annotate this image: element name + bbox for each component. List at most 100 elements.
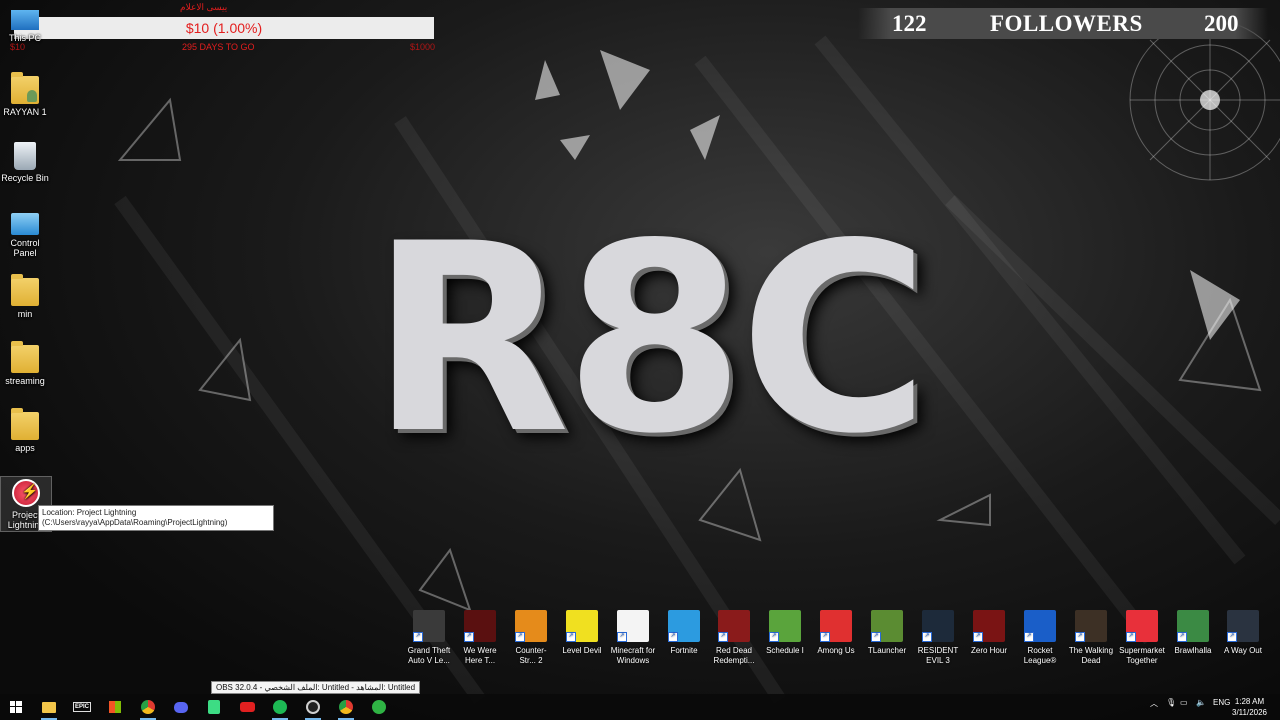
- language-indicator[interactable]: ENG: [1213, 698, 1230, 707]
- chrome-icon: [141, 700, 155, 714]
- game-shortcut[interactable]: ↗ Zero Hour: [966, 610, 1012, 656]
- game-shortcut[interactable]: ↗ The Walking Dead: [1068, 610, 1114, 666]
- game-shortcut[interactable]: ↗ RESIDENT EVIL 3: [915, 610, 961, 666]
- taskbar-epic-games[interactable]: EPIC: [71, 697, 93, 717]
- volume-icon[interactable]: 🔈: [1196, 698, 1206, 707]
- youtube-icon: [239, 702, 255, 712]
- shortcut-arrow-icon: ↗: [820, 632, 830, 642]
- game-icon: ↗: [464, 610, 496, 642]
- taskbar-youtube[interactable]: [236, 697, 258, 717]
- desktop-icon-label: Control Panel: [10, 238, 40, 258]
- taskbar-discord[interactable]: [170, 697, 192, 717]
- game-shortcut-label: Rocket League®: [1023, 646, 1057, 665]
- game-shortcut[interactable]: ↗ Schedule I: [762, 610, 808, 656]
- followers-goal: 200: [1204, 11, 1239, 36]
- game-shortcut-label: Grand Theft Auto V Le...: [407, 646, 451, 665]
- game-icon: ↗: [1126, 610, 1158, 642]
- shortcut-arrow-icon: ↗: [1024, 632, 1034, 642]
- game-shortcut-label: Schedule I: [766, 646, 804, 655]
- taskbar-file-explorer[interactable]: [38, 697, 60, 720]
- desktop-icon-this-pc[interactable]: This PC: [0, 6, 50, 43]
- game-icon: ↗: [718, 610, 750, 642]
- game-shortcut[interactable]: ↗ Counter-Str... 2: [508, 610, 554, 666]
- shortcut-arrow-icon: ↗: [718, 632, 728, 642]
- game-icon: ↗: [922, 610, 954, 642]
- clock-date: 3/11/2026: [1232, 708, 1267, 717]
- shortcut-arrow-icon: ↗: [871, 632, 881, 642]
- clock-time: 1:28 AM: [1234, 697, 1265, 706]
- game-shortcut[interactable]: ↗ Minecraft for Windows: [610, 610, 656, 666]
- donation-goal-days: 295 DAYS TO GO: [182, 42, 255, 52]
- game-shortcut[interactable]: ↗ A Way Out: [1220, 610, 1266, 656]
- folder-icon: [11, 341, 39, 373]
- game-icon: ↗: [515, 610, 547, 642]
- game-shortcut-label: RESIDENT EVIL 3: [917, 646, 959, 665]
- game-shortcut[interactable]: ↗ TLauncher: [864, 610, 910, 656]
- folder-icon: [11, 408, 39, 440]
- user-folder-icon: [11, 72, 39, 104]
- computer-icon: [11, 10, 39, 30]
- game-shortcut[interactable]: ↗ Among Us: [813, 610, 859, 656]
- taskbar-clock[interactable]: 1:28 AM 3/11/2026: [1232, 696, 1267, 718]
- game-icon: ↗: [617, 610, 649, 642]
- obs-taskbar-tooltip: OBS 32.0.4 - الملف الشخصي: Untitled - ال…: [211, 681, 421, 694]
- taskbar-store[interactable]: [104, 697, 126, 717]
- desktop-icon-label: min: [17, 309, 33, 319]
- shortcut-arrow-icon: ↗: [413, 632, 423, 642]
- game-shortcut[interactable]: ↗ Grand Theft Auto V Le...: [406, 610, 452, 666]
- desktop-icon-streaming[interactable]: streaming: [0, 341, 50, 386]
- desktop-icon-label: RAYYAN 1: [3, 107, 47, 117]
- game-icon: ↗: [668, 610, 700, 642]
- taskbar-chrome-2[interactable]: [335, 697, 357, 720]
- game-shortcut-label: A Way Out: [1224, 646, 1262, 655]
- game-shortcut[interactable]: ↗ Level Devil: [559, 610, 605, 656]
- recycle-bin-icon: [14, 142, 36, 170]
- game-shortcut[interactable]: ↗ Brawlhalla: [1170, 610, 1216, 656]
- taskbar: EPIC ︿ 🎙 ▭ 🔈 ENG 1:28 AM 3/11/2026: [0, 694, 1280, 720]
- shortcut-arrow-icon: ↗: [1177, 632, 1187, 642]
- taskbar-android-studio[interactable]: [203, 697, 225, 717]
- taskbar-xbox[interactable]: [368, 697, 390, 717]
- game-shortcut[interactable]: ↗ We Were Here T...: [457, 610, 503, 666]
- start-button[interactable]: [5, 697, 27, 717]
- donation-goal-target: $1000: [410, 42, 436, 52]
- game-shortcut-label: Brawlhalla: [1174, 646, 1212, 655]
- taskbar-spotify[interactable]: [269, 697, 291, 720]
- show-hidden-icons-chevron-icon[interactable]: ︿: [1150, 698, 1158, 709]
- epic-games-icon: EPIC: [72, 702, 91, 712]
- game-shortcut[interactable]: ↗ Rocket League®: [1017, 610, 1063, 666]
- desktop-icon-label: streaming: [5, 376, 45, 386]
- game-icon: ↗: [413, 610, 445, 642]
- desktop-icon-min[interactable]: min: [0, 274, 50, 319]
- followers-goal-bar: 122 FOLLOWERS 200: [858, 8, 1268, 39]
- shortcut-arrow-icon: ↗: [1126, 632, 1136, 642]
- game-shortcut[interactable]: ↗ Fortnite: [661, 610, 707, 656]
- game-shortcut[interactable]: ↗ Supermarket Together: [1119, 610, 1165, 666]
- taskbar-obs[interactable]: [302, 697, 324, 720]
- start-icon: [10, 701, 22, 713]
- location-tooltip: Location: Project Lightning (C:\Users\ra…: [38, 505, 274, 531]
- shortcut-arrow-icon: ↗: [1075, 632, 1085, 642]
- network-icon[interactable]: ▭: [1180, 698, 1188, 707]
- game-icon: ↗: [1227, 610, 1259, 642]
- desktop-icon-recycle-bin[interactable]: Recycle Bin: [0, 142, 50, 183]
- shortcut-arrow-icon: ↗: [973, 632, 983, 642]
- desktop-icon-control-panel[interactable]: Control Panel: [0, 210, 50, 258]
- followers-label: FOLLOWERS: [990, 11, 1143, 36]
- desktop-icon-rayyan[interactable]: RAYYAN 1: [0, 72, 50, 117]
- desktop-icon-apps[interactable]: apps: [0, 408, 50, 453]
- donation-goal-bar: $10 (1.00%): [14, 17, 434, 39]
- shortcut-arrow-icon: ↗: [464, 632, 474, 642]
- game-shortcut-label: The Walking Dead: [1068, 646, 1114, 665]
- taskbar-chrome[interactable]: [137, 697, 159, 720]
- discord-icon: [174, 701, 188, 713]
- game-shortcut-label: TLauncher: [867, 646, 907, 655]
- game-icon: ↗: [871, 610, 903, 642]
- obs-icon: [306, 700, 320, 714]
- game-shortcut[interactable]: ↗ Red Dead Redempti...: [711, 610, 757, 666]
- microphone-icon[interactable]: 🎙: [1166, 698, 1176, 707]
- shortcut-arrow-icon: ↗: [668, 632, 678, 642]
- game-shortcut-label: Zero Hour: [970, 646, 1007, 655]
- game-icon: ↗: [973, 610, 1005, 642]
- game-icon: ↗: [566, 610, 598, 642]
